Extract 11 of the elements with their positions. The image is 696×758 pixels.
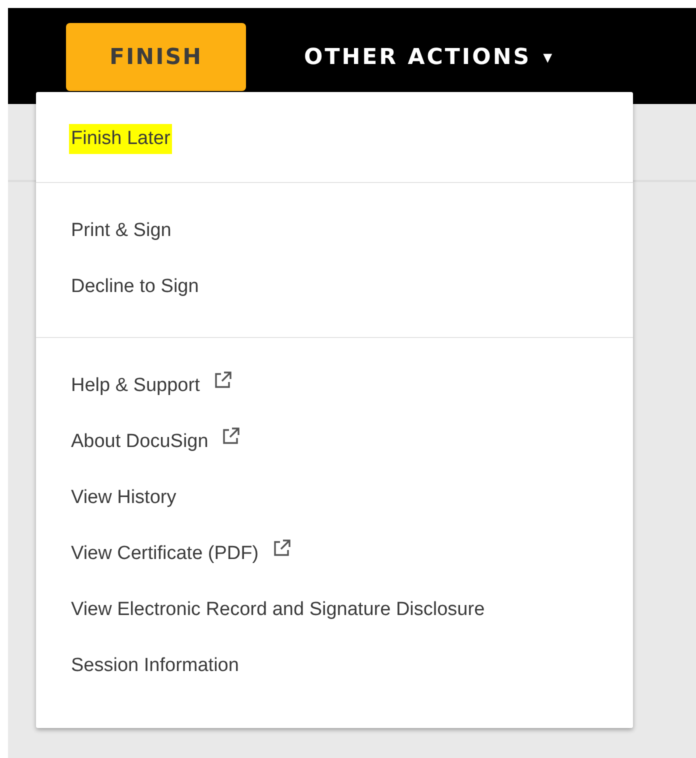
finish-button[interactable]: FINISH	[66, 23, 246, 91]
menu-item[interactable]: About DocuSign	[69, 427, 210, 457]
menu-item[interactable]: Finish Later	[69, 124, 172, 154]
other-actions-button[interactable]: OTHER ACTIONS ▾	[296, 23, 562, 91]
menu-item[interactable]: View Certificate (PDF)	[69, 539, 261, 569]
menu-item[interactable]: Decline to Sign	[69, 272, 201, 302]
menu-item[interactable]: Session Information	[69, 651, 241, 681]
menu-item[interactable]: View History	[69, 483, 178, 513]
menu-item[interactable]: Print & Sign	[69, 216, 174, 246]
menu-item[interactable]: Help & Support	[69, 371, 202, 401]
menu-item[interactable]: View Electronic Record and Signature Disclosure	[69, 595, 487, 625]
